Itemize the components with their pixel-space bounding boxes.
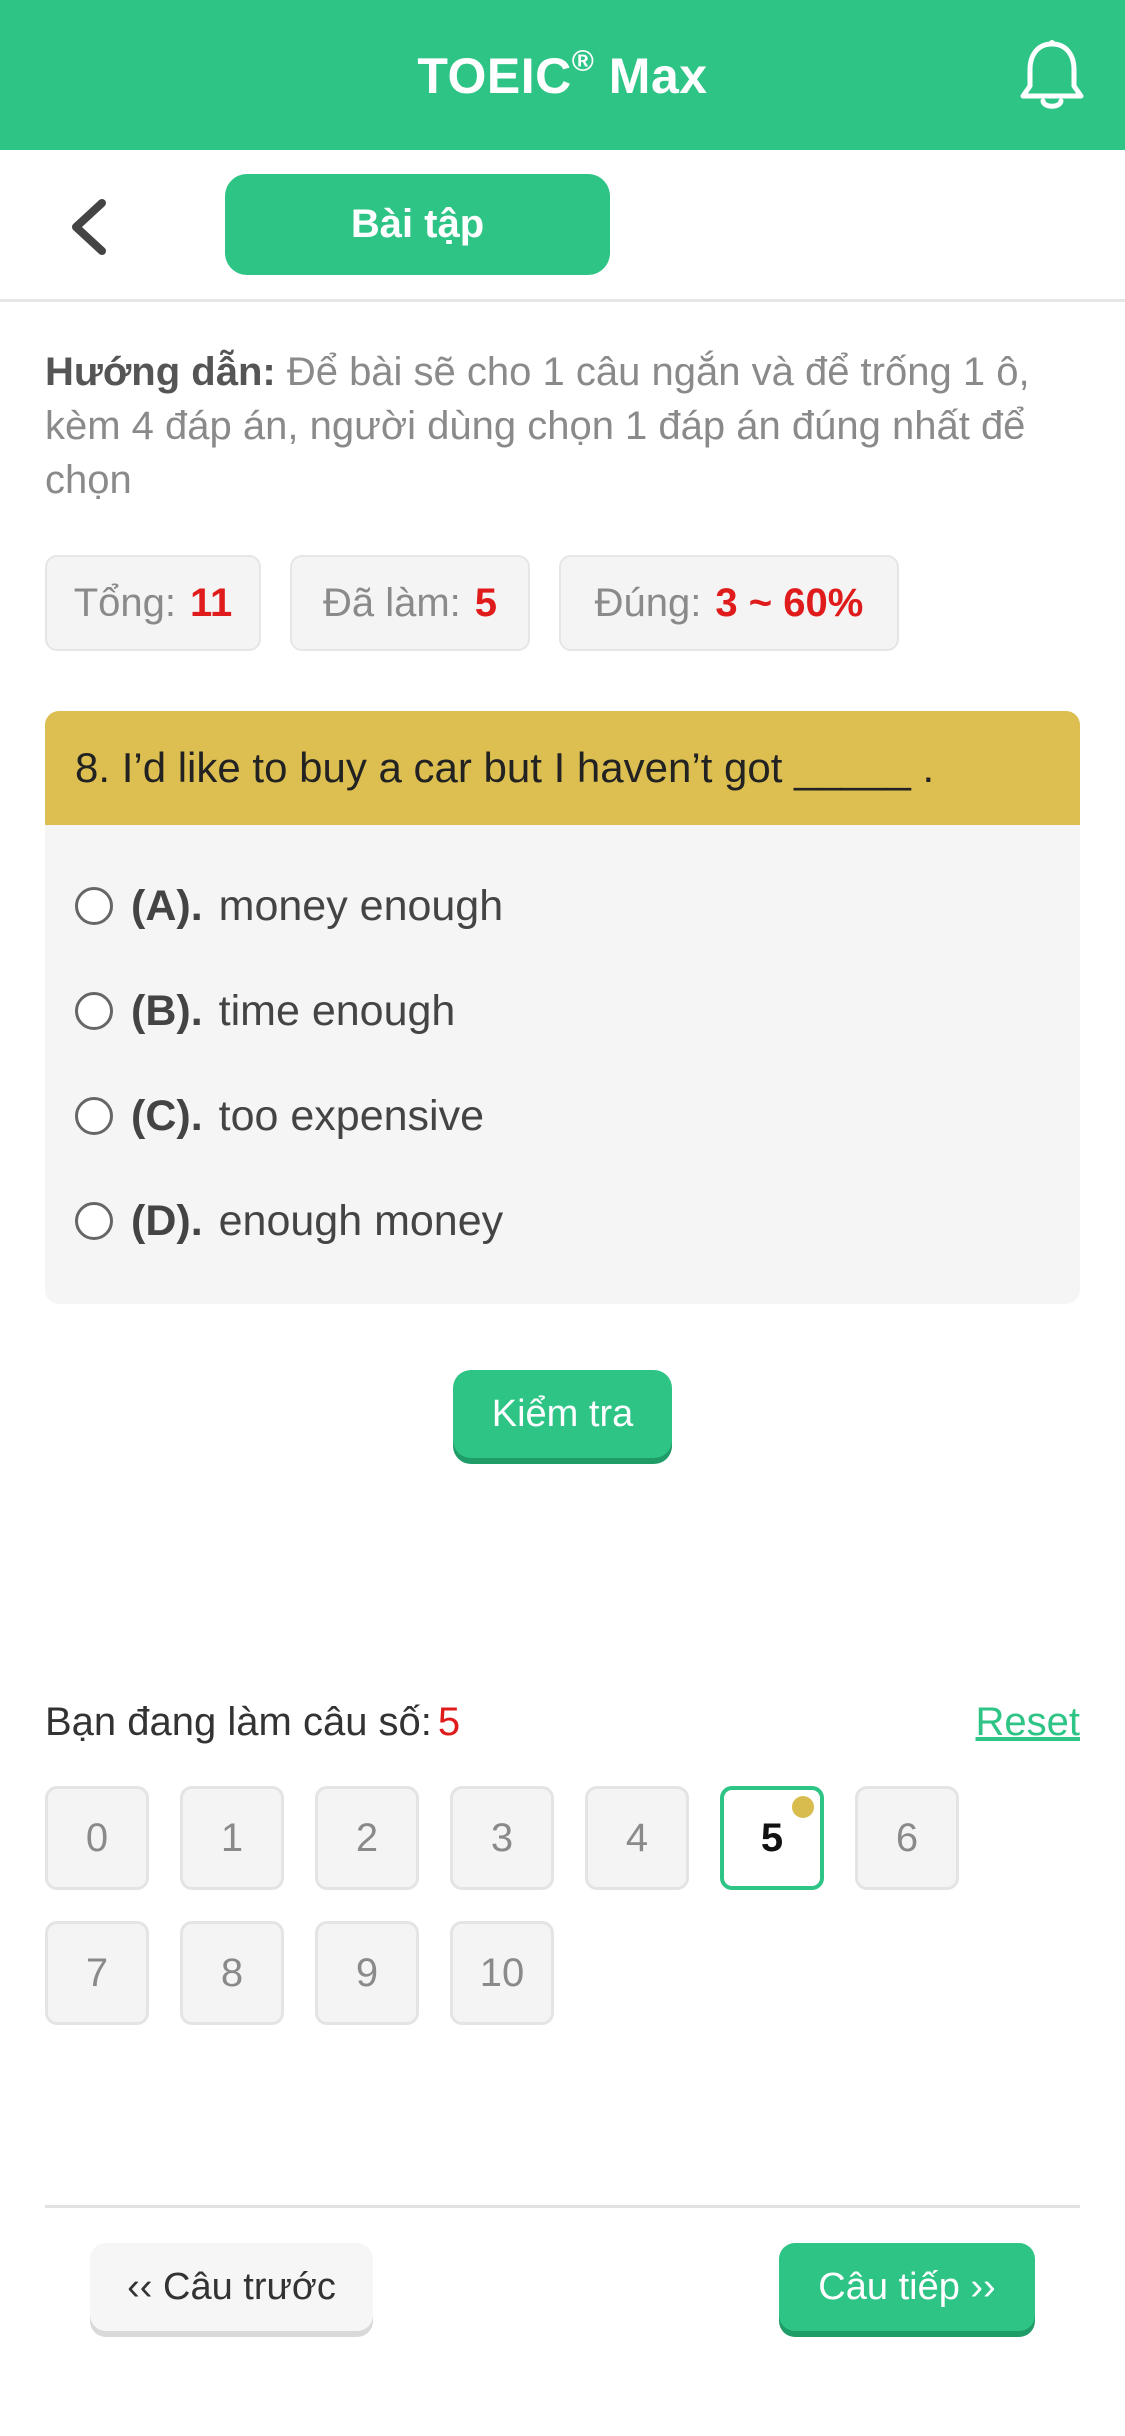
stat-correct-value: 3 ~ 60% [715, 580, 864, 625]
tab-exercise[interactable]: Bài tập [225, 174, 610, 275]
question-number-button[interactable]: 9 [315, 1921, 419, 2025]
previous-question-button[interactable]: ‹‹ Câu trước [90, 2243, 373, 2331]
option-text: enough money [218, 1196, 504, 1245]
option-d[interactable]: (D). enough money [75, 1186, 503, 1256]
option-text: money enough [218, 881, 504, 930]
question-number-button[interactable]: 2 [315, 1786, 419, 1890]
stat-total-label: Tổng: [73, 580, 176, 625]
option-key: (B). [131, 986, 203, 1035]
stat-correct: Đúng: 3 ~ 60% [559, 555, 899, 651]
radio-icon[interactable] [75, 1202, 113, 1240]
option-key: (C). [131, 1091, 203, 1140]
question-number-button[interactable]: 0 [45, 1786, 149, 1890]
option-text: time enough [218, 986, 456, 1035]
instructions-label: Hướng dẫn: [45, 350, 276, 394]
chevron-left-icon[interactable] [60, 195, 120, 259]
question-text: 8. I’d like to buy a car but I haven’t g… [45, 711, 1080, 825]
option-key: (D). [131, 1196, 203, 1245]
stat-done-value: 5 [474, 580, 498, 625]
question-card: 8. I’d like to buy a car but I haven’t g… [45, 711, 1080, 1304]
radio-icon[interactable] [75, 887, 113, 925]
footer-divider [45, 2205, 1080, 2208]
option-key: (A). [131, 881, 203, 930]
option-text: too expensive [218, 1091, 484, 1140]
app-title: TOEIC® Max [417, 45, 708, 104]
question-number-button[interactable]: 3 [450, 1786, 554, 1890]
question-number-button[interactable]: 6 [855, 1786, 959, 1890]
instructions: Hướng dẫn: Để bài sẽ cho 1 câu ngắn và đ… [45, 345, 1085, 507]
question-number-button[interactable]: 1 [180, 1786, 284, 1890]
option-a[interactable]: (A). money enough [75, 871, 503, 941]
radio-icon[interactable] [75, 1097, 113, 1135]
question-number-button[interactable]: 4 [585, 1786, 689, 1890]
stat-correct-label: Đúng: [594, 580, 702, 625]
stat-done: Đã làm: 5 [290, 555, 530, 651]
stat-total-value: 11 [190, 580, 233, 625]
question-number-button[interactable]: 10 [450, 1921, 554, 2025]
radio-icon[interactable] [75, 992, 113, 1030]
option-c[interactable]: (C). too expensive [75, 1081, 484, 1151]
question-number-button[interactable]: 7 [45, 1921, 149, 2025]
current-question-indicator: Bạn đang làm câu số: 5 [45, 1700, 460, 1745]
stat-done-label: Đã làm: [322, 580, 461, 625]
current-question-label: Bạn đang làm câu số: [45, 1700, 432, 1744]
sub-navigation: Bài tập [0, 150, 1125, 302]
reset-link[interactable]: Reset [976, 1700, 1081, 1745]
app-header: TOEIC® Max [0, 0, 1125, 150]
check-button[interactable]: Kiểm tra [453, 1370, 672, 1458]
status-dot [792, 1796, 814, 1818]
option-b[interactable]: (B). time enough [75, 976, 455, 1046]
question-number-label: 5 [760, 1815, 784, 1860]
question-number-button-active[interactable]: 5 [720, 1786, 824, 1890]
stat-total: Tổng: 11 [45, 555, 261, 651]
bell-icon[interactable] [1017, 38, 1087, 112]
next-question-button[interactable]: Câu tiếp ›› [779, 2243, 1035, 2331]
current-question-value: 5 [437, 1700, 461, 1744]
question-number-button[interactable]: 8 [180, 1921, 284, 2025]
